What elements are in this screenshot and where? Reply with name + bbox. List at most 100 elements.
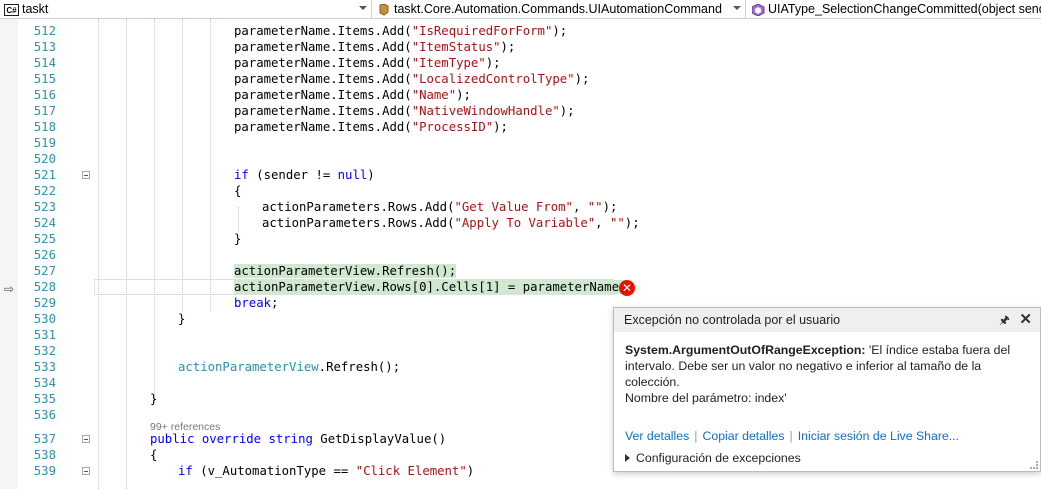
exception-helper: Excepción no controlada por el usuario 🖈…: [613, 307, 1041, 472]
code-token: );: [559, 104, 575, 118]
code-line[interactable]: 515 parameterName.Items.Add("LocalizedCon…: [0, 71, 1041, 87]
code-line[interactable]: 520: [0, 151, 1041, 167]
code-token: public: [150, 432, 195, 446]
close-icon[interactable]: ✕: [1019, 308, 1032, 332]
code-token: "ProcessID": [411, 120, 494, 134]
line-number: 520: [33, 152, 56, 166]
code-line[interactable]: 524 actionParameters.Rows.Add("Apply To V…: [0, 215, 1041, 231]
code-token: ;: [271, 296, 279, 310]
code-line[interactable]: 522 {: [0, 183, 1041, 199]
code-token: if: [234, 168, 249, 182]
collapse-toggle-icon[interactable]: [82, 435, 90, 443]
collapse-toggle-icon[interactable]: [82, 171, 90, 179]
line-number: 530: [33, 312, 56, 326]
exception-settings-label: Configuración de excepciones: [636, 451, 801, 465]
code-token: "Apply To Variable": [454, 216, 596, 230]
resize-grip-icon[interactable]: [1030, 461, 1038, 469]
code-token: "Name": [411, 88, 457, 102]
code-text: }: [150, 391, 157, 407]
code-token: parameterName.Items.Add(: [234, 88, 412, 102]
live-share-link[interactable]: Iniciar sesión de Live Share...: [798, 429, 959, 443]
code-token: actionParameters.Rows.Add(: [262, 200, 455, 214]
line-number: 527: [33, 264, 56, 278]
code-line[interactable]: 516 parameterName.Items.Add("Name");: [0, 87, 1041, 103]
code-text: {: [234, 183, 241, 199]
code-line[interactable]: 526: [0, 247, 1041, 263]
code-token: "": [587, 200, 603, 214]
line-number: 528: [33, 280, 56, 294]
code-token: null: [337, 168, 368, 182]
code-token: );: [574, 72, 590, 86]
chevron-down-icon: [359, 6, 367, 10]
line-number: 522: [33, 184, 56, 198]
member-dropdown[interactable]: UIAType_SelectionChangeCommitted(object …: [747, 0, 1041, 18]
code-token: parameterName.Items.Add(: [234, 72, 412, 86]
code-token: "NativeWindowHandle": [411, 104, 560, 118]
code-text: parameterName.Items.Add("Name");: [234, 87, 471, 103]
code-line[interactable]: 527 actionParameterView.Refresh();: [0, 263, 1041, 279]
code-line[interactable]: 513 parameterName.Items.Add("ItemStatus")…: [0, 39, 1041, 55]
view-details-link[interactable]: Ver detalles: [625, 429, 689, 443]
line-number: 516: [33, 88, 56, 102]
code-text: parameterName.Items.Add("IsRequiredForFo…: [234, 23, 567, 39]
code-token: );: [602, 200, 618, 214]
line-number: 529: [33, 296, 56, 310]
code-text: parameterName.Items.Add("ItemType");: [234, 55, 501, 71]
exception-param: Nombre del parámetro: index': [625, 391, 787, 405]
code-text: }: [234, 231, 241, 247]
code-text: {: [150, 447, 157, 463]
code-line[interactable]: 525}: [0, 231, 1041, 247]
code-line[interactable]: 528 actionParameterView.Rows[0].Cells[1] …: [0, 279, 1041, 295]
code-token: if: [178, 464, 193, 478]
line-number: 533: [33, 360, 56, 374]
pin-icon[interactable]: 🖈: [999, 308, 1010, 332]
code-line[interactable]: 518 parameterName.Items.Add("ProcessID");: [0, 119, 1041, 135]
chevron-down-icon: [733, 6, 741, 10]
code-line[interactable]: 517 parameterName.Items.Add("NativeWindow…: [0, 103, 1041, 119]
code-text: parameterName.Items.Add("NativeWindowHan…: [234, 103, 575, 119]
code-token: ): [466, 464, 475, 478]
code-token: "ItemType": [411, 56, 486, 70]
line-number: 534: [33, 376, 56, 390]
code-token: "Get Value From": [454, 200, 573, 214]
code-line[interactable]: 514 parameterName.Items.Add("ItemType");: [0, 55, 1041, 71]
code-token: ,: [572, 200, 588, 214]
code-token: .Refresh();: [318, 360, 401, 374]
class-dropdown[interactable]: taskt.Core.Automation.Commands.UIAutomat…: [373, 0, 746, 18]
class-label: taskt.Core.Automation.Commands.UIAutomat…: [394, 2, 722, 16]
code-token: );: [456, 88, 471, 102]
copy-details-link[interactable]: Copiar detalles: [702, 429, 784, 443]
code-line[interactable]: 521 if (sender != null): [0, 167, 1041, 183]
code-token: "Click Element": [355, 464, 467, 478]
line-number: 532: [33, 344, 56, 358]
project-dropdown[interactable]: C# taskt: [0, 0, 372, 18]
line-number: 536: [33, 408, 56, 422]
line-number: 531: [33, 328, 56, 342]
line-number: 535: [33, 392, 56, 406]
code-token: }: [150, 392, 158, 406]
code-line[interactable]: 519: [0, 135, 1041, 151]
code-token: "": [609, 216, 625, 230]
exception-links: Ver detalles | Copiar detalles | Iniciar ses…: [625, 429, 960, 443]
line-number: 517: [33, 104, 56, 118]
code-token: );: [552, 24, 568, 38]
error-icon[interactable]: ✕: [619, 280, 635, 296]
line-number: 512: [33, 24, 56, 38]
code-line[interactable]: 523 actionParameters.Rows.Add("Get Value …: [0, 199, 1041, 215]
line-number: 514: [33, 56, 56, 70]
method-icon: [752, 3, 765, 16]
code-token: ): [367, 168, 375, 182]
code-text: break;: [234, 295, 278, 311]
code-token: );: [493, 120, 508, 134]
line-number: 524: [33, 216, 56, 230]
exception-settings-toggle[interactable]: Configuración de excepciones: [625, 450, 801, 466]
code-token: string: [268, 432, 313, 446]
navigation-bar: C# taskt taskt.Core.Automation.Commands.U…: [0, 0, 1041, 19]
code-text: }: [178, 311, 185, 327]
code-line[interactable]: 512 parameterName.Items.Add("IsRequiredFo…: [0, 23, 1041, 39]
collapse-toggle-icon[interactable]: [82, 467, 90, 475]
line-number: 523: [33, 200, 56, 214]
code-token: parameterName.Items.Add(: [234, 56, 412, 70]
code-token: parameterName.Items.Add(: [234, 24, 412, 38]
code-text: parameterName.Items.Add("ProcessID");: [234, 119, 508, 135]
